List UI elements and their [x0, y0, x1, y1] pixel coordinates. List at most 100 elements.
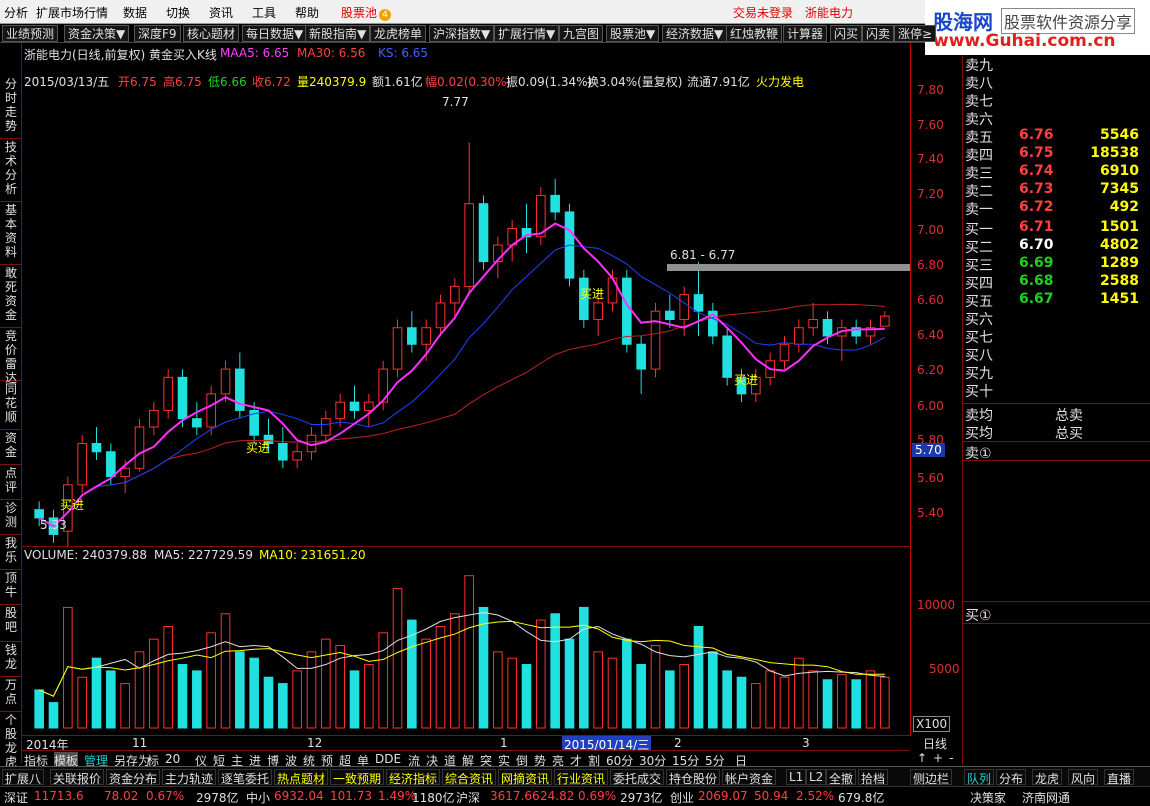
function-tab[interactable]: 网摘资讯 [498, 769, 553, 786]
volume-bar [134, 651, 145, 729]
ask-row[interactable]: 卖四 6.75 18538 [965, 145, 1149, 164]
toolbar-extended-quotes[interactable]: 扩展行情▼ [494, 25, 560, 42]
vtab-dingniu[interactable]: 顶牛 [0, 571, 22, 605]
indicator-tab[interactable]: 20 [165, 752, 180, 766]
function-tab[interactable]: 龙虎 [1032, 769, 1063, 786]
toolbar-dragon-tiger[interactable]: 龙虎榜单 [370, 25, 427, 42]
function-tab[interactable]: 主力轨迹 [162, 769, 217, 786]
ticker-right-1[interactable]: 决策家 [970, 789, 1006, 806]
vtab-comment[interactable]: 点评 [0, 466, 22, 500]
bid-volume: 4802 [1100, 237, 1139, 253]
toolbar-ipo-guide[interactable]: 新股指南▼ [305, 25, 371, 42]
function-tab[interactable]: 帐户资金 [722, 769, 777, 786]
login-status[interactable]: 交易未登录 [733, 4, 793, 21]
ask-level-label: 卖四 [965, 148, 993, 164]
menu-help[interactable]: 帮助 [295, 4, 319, 21]
function-tab[interactable]: 热点题材 [274, 769, 329, 786]
vtab-intraday-label: 分时走势 [4, 77, 17, 133]
menu-stock-pool[interactable]: 股票池 4 [341, 4, 392, 21]
toolbar-calculator[interactable]: 计算器 [783, 25, 828, 42]
ask-row[interactable]: 卖六 [965, 109, 1149, 128]
function-tab[interactable]: 风向 [1068, 769, 1099, 786]
bid-row[interactable]: 买三 6.69 1289 [965, 255, 1149, 274]
function-tab[interactable]: L1 [786, 769, 807, 785]
menu-extended-market[interactable]: 扩展市场行情 [36, 4, 108, 21]
bid-row[interactable]: 买五 6.67 1451 [965, 291, 1149, 310]
function-tab[interactable]: 队列 [964, 769, 995, 786]
vtab-diagnosis[interactable]: 诊测 [0, 501, 22, 535]
bid-row[interactable]: 买九 [965, 363, 1149, 382]
ask-row[interactable]: 卖二 6.73 7345 [965, 181, 1149, 200]
menu-switch[interactable]: 切换 [166, 4, 190, 21]
vtab-technical[interactable]: 技术分析 [0, 140, 22, 202]
function-tab[interactable]: L2 [806, 769, 827, 785]
toolbar-earnings-forecast[interactable]: 业绩预测 [2, 25, 59, 42]
vtab-basic-info[interactable]: 基本资料 [0, 203, 22, 265]
menu-tools[interactable]: 工具 [252, 4, 276, 21]
menu-data[interactable]: 数据 [123, 4, 147, 21]
bid-row[interactable]: 买二 6.70 4802 [965, 237, 1149, 256]
toolbar-nine-grid[interactable]: 九宫图 [559, 25, 604, 42]
zoom-controls[interactable]: ↑+- [917, 751, 959, 765]
period-label[interactable]: 日线 [923, 735, 947, 752]
ask-row[interactable]: 卖一 6.72 492 [965, 199, 1149, 218]
vtab-dare-fund[interactable]: 敢死资金 [0, 266, 22, 328]
toolbar-limit-up[interactable]: 涨停≥ [894, 25, 937, 42]
toolbar-depth-f9[interactable]: 深度F9 [134, 25, 181, 42]
ticker-zx-amount: 1180亿 [412, 791, 455, 805]
function-tab[interactable]: 行业资讯 [554, 769, 609, 786]
toolbar-daily-data[interactable]: 每日数据▼ [242, 25, 308, 42]
function-tab[interactable]: 关联报价 [50, 769, 105, 786]
ask-row[interactable]: 卖五 6.76 5546 [965, 127, 1149, 146]
function-tab[interactable]: 综合资讯 [442, 769, 497, 786]
ask-row[interactable]: 卖七 [965, 91, 1149, 110]
function-tab[interactable]: 一致预期 [330, 769, 385, 786]
toolbar-candle-teacher[interactable]: 红烛教鞭 [726, 25, 783, 42]
vtab-fund[interactable]: 资金 [0, 431, 22, 465]
toolbar-stock-pool[interactable]: 股票池▼ [606, 25, 660, 42]
vtab-wole[interactable]: 我乐 [0, 536, 22, 570]
indicator-tab[interactable]: DDE [375, 752, 401, 766]
toolbar-index[interactable]: 沪深指数▼ [429, 25, 495, 42]
function-tab[interactable]: 逐笔委托 [218, 769, 273, 786]
function-tab[interactable]: 资金分布 [106, 769, 161, 786]
function-tab[interactable]: 经济指标 [386, 769, 441, 786]
function-tab[interactable]: 直播 [1104, 769, 1135, 786]
function-tab[interactable]: 拾档 [858, 769, 889, 786]
bid-row[interactable]: 买八 [965, 345, 1149, 364]
vtab-intraday[interactable]: 分时走势 [0, 77, 22, 139]
toolbar-quick-buy[interactable]: 闪买 [830, 25, 863, 42]
ask-row[interactable]: 卖三 6.74 6910 [965, 163, 1149, 182]
menu-analysis[interactable]: 分析 [4, 4, 28, 21]
bid-row[interactable]: 买十 [965, 381, 1149, 400]
volume-bar [880, 676, 890, 729]
bid-row[interactable]: 买六 [965, 309, 1149, 328]
vol-ma5: MA5: 227729.59 [154, 548, 253, 562]
bid-row[interactable]: 买一 6.71 1501 [965, 219, 1149, 238]
kline-chart-area[interactable]: 浙能电力(日线,前复权) 黄金买入K线 MAA5: 6.65 MA30: 6.5… [22, 43, 910, 753]
vtab-guba[interactable]: 股吧 [0, 606, 22, 642]
function-tab[interactable]: 分布 [996, 769, 1027, 786]
ask-row[interactable]: 卖八 [965, 73, 1149, 92]
ticker-right-2[interactable]: 济南网通 [1022, 789, 1070, 806]
bid-row[interactable]: 买七 [965, 327, 1149, 346]
menu-news[interactable]: 资讯 [209, 4, 233, 21]
function-tab[interactable]: 全撤 [826, 769, 857, 786]
function-tab[interactable]: 侧边栏 [910, 769, 953, 786]
ask-row[interactable]: 卖九 [965, 55, 1149, 74]
book-divider-1 [963, 403, 1150, 404]
vtab-auction-radar[interactable]: 竞价雷达 [0, 329, 22, 385]
toolbar-economic-data[interactable]: 经济数据▼ [662, 25, 728, 42]
vtab-qianlong[interactable]: 钱龙 [0, 643, 22, 677]
vtab-tonghuashun[interactable]: 同花顺 [0, 382, 22, 430]
function-tab[interactable]: 扩展八 [2, 769, 45, 786]
toolbar-quick-sell[interactable]: 闪卖 [862, 25, 895, 42]
toolbar-core-theme[interactable]: 核心题材 [183, 25, 240, 42]
volume-bars-group [34, 575, 890, 729]
bid-row[interactable]: 买四 6.68 2588 [965, 273, 1149, 292]
function-tabs: 扩展八 关联报价 资金分布 主力轨迹 逐笔委托 热点题材 一致预期 经济指标 综合资讯 网摘资讯行… [0, 766, 1150, 786]
toolbar-fund-decision[interactable]: 资金决策▼ [64, 25, 130, 42]
function-tab[interactable]: 持仓股份 [666, 769, 721, 786]
vtab-wandian[interactable]: 万点 [0, 678, 22, 712]
function-tab[interactable]: 委托成交 [610, 769, 665, 786]
